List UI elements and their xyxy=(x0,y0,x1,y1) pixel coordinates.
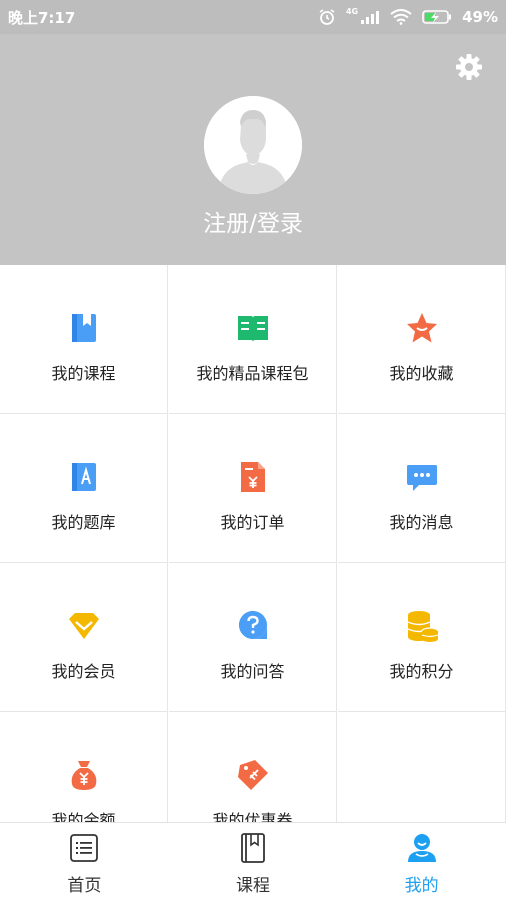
tab-home[interactable]: 首页 xyxy=(0,823,169,900)
menu-item-empty xyxy=(338,712,506,822)
menu-item-points[interactable]: 我的积分 xyxy=(338,563,506,712)
menu-item-qa[interactable]: 我的问答 xyxy=(169,563,337,712)
star-icon xyxy=(406,313,437,343)
battery-icon xyxy=(422,10,452,24)
menu-item-label: 我的积分 xyxy=(389,662,454,681)
message-icon xyxy=(406,465,437,491)
menu-item-label: 我的订单 xyxy=(220,513,285,532)
list-icon xyxy=(70,834,99,862)
settings-button[interactable] xyxy=(454,52,484,82)
vip-icon xyxy=(68,613,99,639)
menu-item-membership[interactable]: 我的会员 xyxy=(0,563,168,712)
default-avatar-icon xyxy=(204,96,302,194)
network-type: 4G xyxy=(345,6,359,16)
register-login-link[interactable]: 注册/登录 xyxy=(0,204,506,238)
money-bag-icon xyxy=(71,761,96,790)
menu-item-my-courses[interactable]: 我的课程 xyxy=(0,265,168,414)
menu-item-balance[interactable]: 我的余额 xyxy=(0,712,168,822)
status-icons: 4G 49% xyxy=(318,6,498,26)
wifi-icon xyxy=(390,9,412,25)
menu-item-messages[interactable]: 我的消息 xyxy=(338,414,506,563)
status-bar: 晚上7:17 4G 49% xyxy=(0,0,506,34)
menu-item-label: 我的课程 xyxy=(51,364,116,383)
menu-item-label: 我的会员 xyxy=(51,662,116,681)
menu-item-coupons[interactable]: 我的优惠券 xyxy=(169,712,337,822)
bookmark-book-icon xyxy=(241,833,265,863)
order-icon xyxy=(240,462,265,492)
tab-courses[interactable]: 课程 xyxy=(169,823,338,900)
open-book-icon xyxy=(237,316,268,342)
menu-item-question-bank[interactable]: 我的题库 xyxy=(0,414,168,563)
menu-item-label: 我的题库 xyxy=(51,513,116,532)
menu-grid: 我的课程 我的精品课程包 我的收藏 我的题库 我的订单 我的消息 我的会员 我的… xyxy=(0,265,506,822)
signal-icon xyxy=(361,11,380,24)
menu-item-premium-packages[interactable]: 我的精品课程包 xyxy=(169,265,337,414)
menu-item-label: 我的问答 xyxy=(220,662,285,681)
question-icon xyxy=(238,611,267,639)
book-icon xyxy=(71,314,96,342)
tab-label: 课程 xyxy=(236,876,270,896)
tab-label: 我的 xyxy=(404,876,439,896)
menu-item-orders[interactable]: 我的订单 xyxy=(169,414,337,563)
bottom-tab-bar: 首页 课程 我的 xyxy=(0,822,506,900)
menu-item-label: 我的优惠券 xyxy=(212,811,293,822)
tab-mine[interactable]: 我的 xyxy=(337,823,506,900)
menu-item-label: 我的收藏 xyxy=(389,364,454,383)
profile-header: 注册/登录 xyxy=(0,34,506,265)
menu-item-label: 我的余额 xyxy=(51,811,116,822)
question-bank-icon xyxy=(71,463,96,491)
user-icon xyxy=(407,834,436,862)
menu-item-favorites[interactable]: 我的收藏 xyxy=(338,265,506,414)
battery-percent: 49% xyxy=(462,8,498,26)
gear-icon xyxy=(456,54,482,80)
avatar[interactable] xyxy=(204,96,302,194)
tab-label: 首页 xyxy=(67,876,102,896)
menu-item-label: 我的消息 xyxy=(389,513,454,532)
alarm-icon xyxy=(319,9,335,25)
coins-icon xyxy=(407,611,439,642)
status-time: 晚上7:17 xyxy=(8,8,76,27)
menu-item-label: 我的精品课程包 xyxy=(196,364,309,383)
coupon-icon xyxy=(237,760,268,790)
